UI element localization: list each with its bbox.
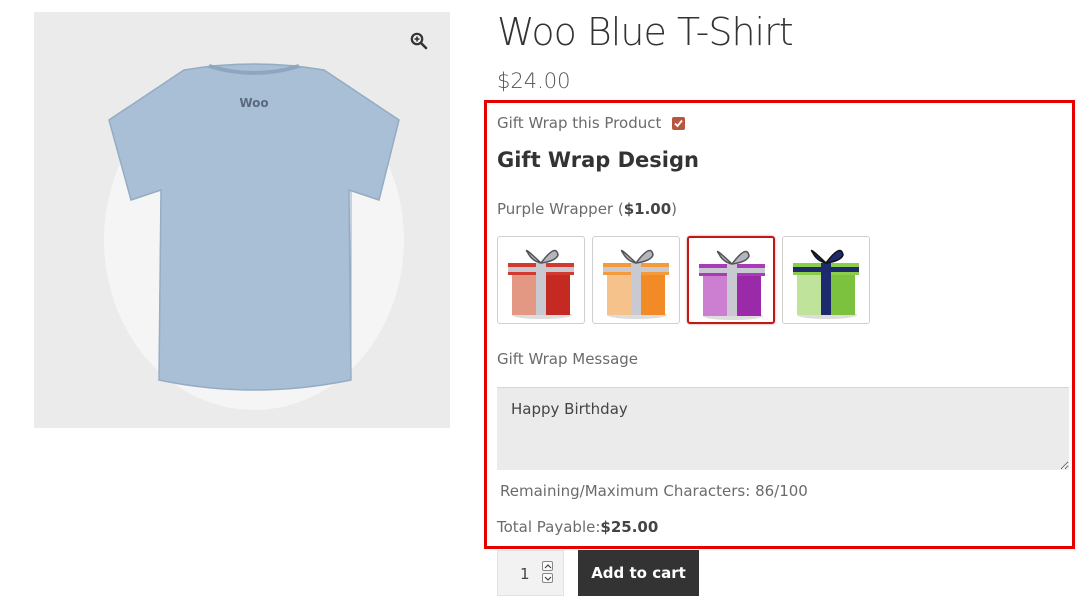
checkmark-icon: [674, 119, 684, 127]
product-price: $24.00: [497, 69, 571, 93]
gift-wrap-design-heading: Gift Wrap Design: [497, 148, 699, 172]
swatch-orange-wrapper[interactable]: [592, 236, 680, 324]
purple-gift-icon: [699, 250, 765, 320]
shirt-logo: Woo: [239, 96, 268, 110]
remaining-characters-text: Remaining/Maximum Characters: 86/100: [500, 482, 808, 500]
selected-wrapper-name: Purple Wrapper (: [497, 200, 624, 218]
quantity-value[interactable]: 1: [520, 565, 530, 583]
zoom-icon[interactable]: [410, 32, 428, 50]
gift-wrap-toggle-label: Gift Wrap this Product: [497, 114, 662, 132]
selected-wrapper-suffix: ): [671, 200, 678, 218]
orange-gift-icon: [603, 249, 669, 319]
tshirt-image: Woo: [104, 63, 404, 410]
selected-wrapper-label: Purple Wrapper ($1.00): [497, 200, 677, 218]
swatch-purple-wrapper[interactable]: [687, 236, 775, 324]
chevron-down-icon: [544, 576, 552, 581]
quantity-decrease-button[interactable]: [542, 573, 553, 583]
gift-wrap-toggle[interactable]: Gift Wrap this Product: [497, 114, 686, 132]
quantity-increase-button[interactable]: [542, 561, 553, 571]
selected-wrapper-price: $1.00: [623, 200, 672, 218]
gift-wrap-message-input[interactable]: Happy Birthday: [497, 387, 1069, 470]
add-to-cart-button[interactable]: Add to cart: [578, 550, 699, 596]
total-payable-value: $25.00: [600, 518, 659, 536]
gift-wrap-checkbox[interactable]: [672, 116, 686, 130]
red-gift-icon: [508, 249, 574, 319]
total-payable: Total Payable:$25.00: [497, 518, 658, 536]
gift-wrap-message-label: Gift Wrap Message: [497, 350, 639, 368]
swatch-green-wrapper[interactable]: [782, 236, 870, 324]
swatch-red-wrapper[interactable]: [497, 236, 585, 324]
chevron-up-icon: [544, 564, 552, 569]
product-gallery: Woo: [34, 12, 450, 428]
product-title: Woo Blue T-Shirt: [497, 10, 794, 54]
green-gift-icon: [793, 249, 859, 319]
quantity-stepper[interactable]: 1: [497, 550, 564, 596]
total-payable-label: Total Payable:: [497, 518, 601, 536]
